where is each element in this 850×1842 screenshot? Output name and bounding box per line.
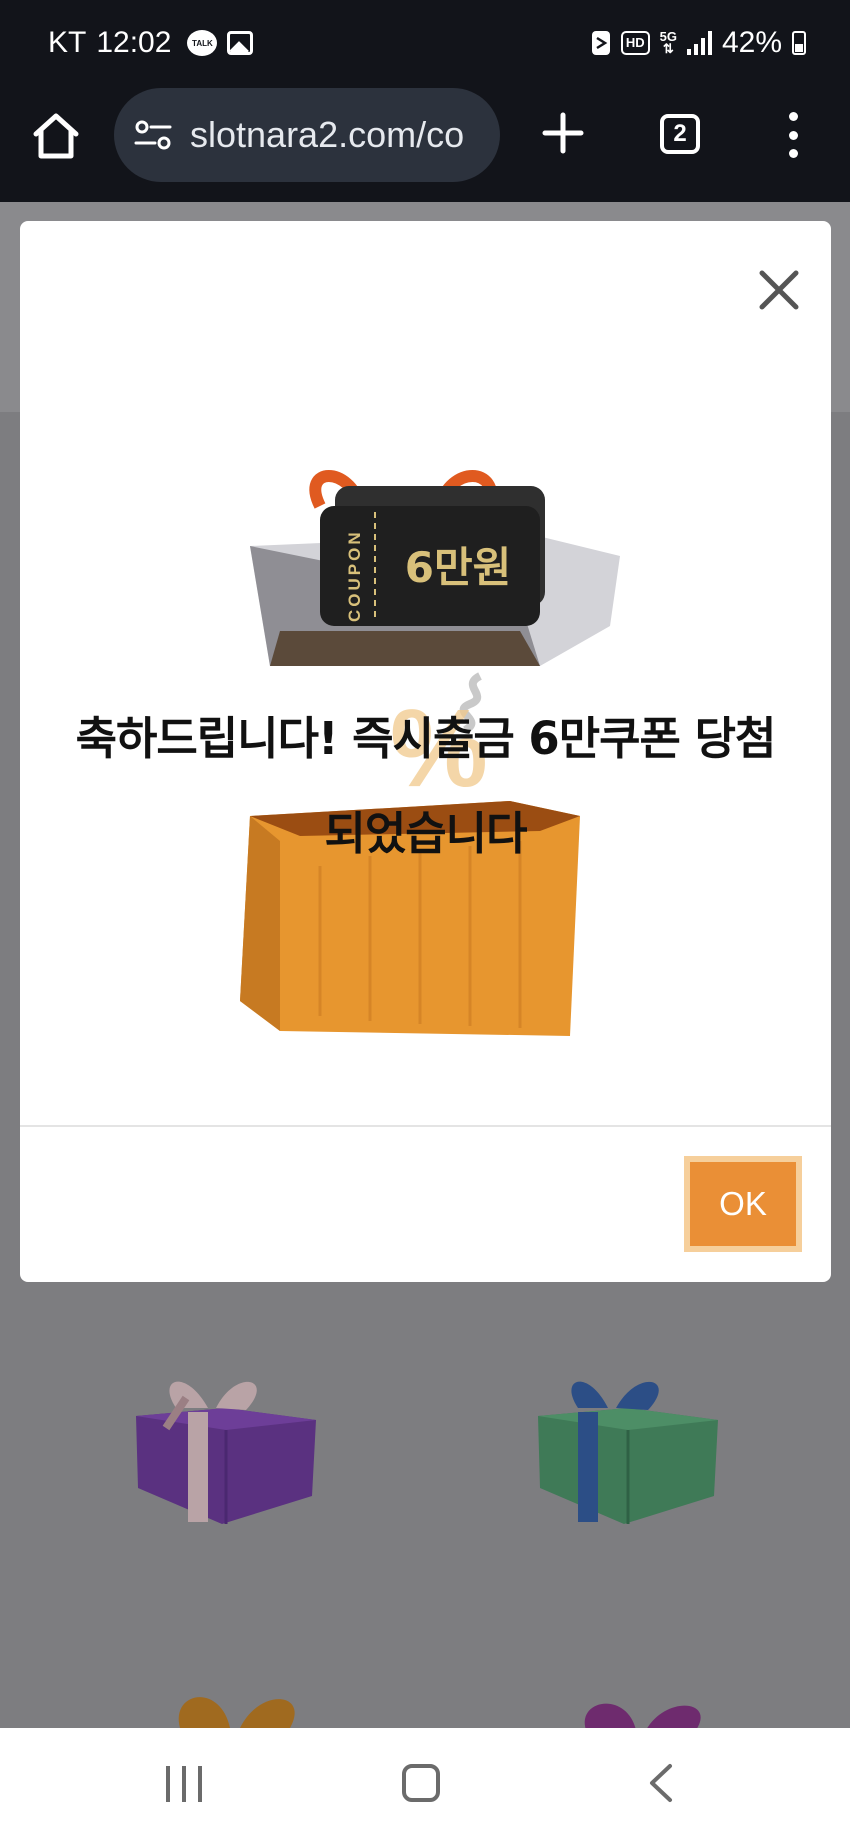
message-line-1: 축하드립니다! 즉시출금 6만쿠폰 당첨 [75,712,777,765]
coupon-ticket: COUPON 6만원 [320,506,540,626]
battery-icon [792,31,806,55]
gallery-icon [227,31,254,55]
magenta-gift-icon[interactable] [566,1690,716,1730]
green-gift-icon[interactable] [528,1368,724,1528]
coupon-amount: 6만원 [405,543,512,592]
modal-body: COUPON 6만원 % 축하드립니다! 즉시출금 6만쿠폰 당첨 되었습니다 [20,221,831,1125]
address-bar[interactable]: slotnara2.com/co [114,88,500,182]
coupon-modal: COUPON 6만원 % 축하드립니다! 즉시출금 6만쿠폰 당첨 되었습니다 … [20,221,831,1282]
browser-toolbar: slotnara2.com/co 2 [0,88,850,202]
url-text[interactable]: slotnara2.com/co [190,114,464,156]
coupon-side-text: COUPON [345,529,364,622]
status-right: HD 5G ⇅ 42% [591,26,806,60]
recent-apps-icon[interactable] [166,1766,202,1802]
purple-gift-icon[interactable] [126,1368,322,1528]
message-line-2: 되었습니다 [324,807,527,860]
signal-icon [686,31,712,55]
kakaotalk-badge: TALK [192,38,213,48]
status-left: KT 12:02 TALK [48,26,254,60]
hd-voice-icon: HD [620,31,650,55]
back-icon[interactable] [646,1762,674,1804]
kakaotalk-icon: TALK [187,30,218,56]
more-vert-icon[interactable] [786,112,800,158]
tabs-button[interactable]: 2 [660,114,700,154]
close-icon[interactable] [750,261,808,319]
home-icon[interactable] [30,110,82,162]
tab-count: 2 [673,120,687,147]
clock: 12:02 [96,26,172,59]
carrier-label: KT [48,26,87,59]
nfc-icon [591,31,610,55]
yellow-gift-icon[interactable] [160,1682,310,1728]
site-settings-icon[interactable] [134,119,172,151]
battery-percent: 42% [721,26,782,59]
network-type: 5G [659,29,677,44]
ok-button-label: OK [719,1185,767,1222]
home-icon[interactable] [402,1764,440,1802]
modal-divider [20,1125,831,1127]
ok-button[interactable]: OK [684,1156,802,1252]
congrats-message: 축하드립니다! 즉시출금 6만쿠폰 당첨 되었습니다 [20,691,831,881]
system-navigation-bar [0,1728,850,1842]
status-bar: KT 12:02 TALK HD 5G ⇅ 42% [0,0,850,88]
plus-icon[interactable] [542,112,584,154]
5g-icon: 5G ⇅ [659,29,677,56]
